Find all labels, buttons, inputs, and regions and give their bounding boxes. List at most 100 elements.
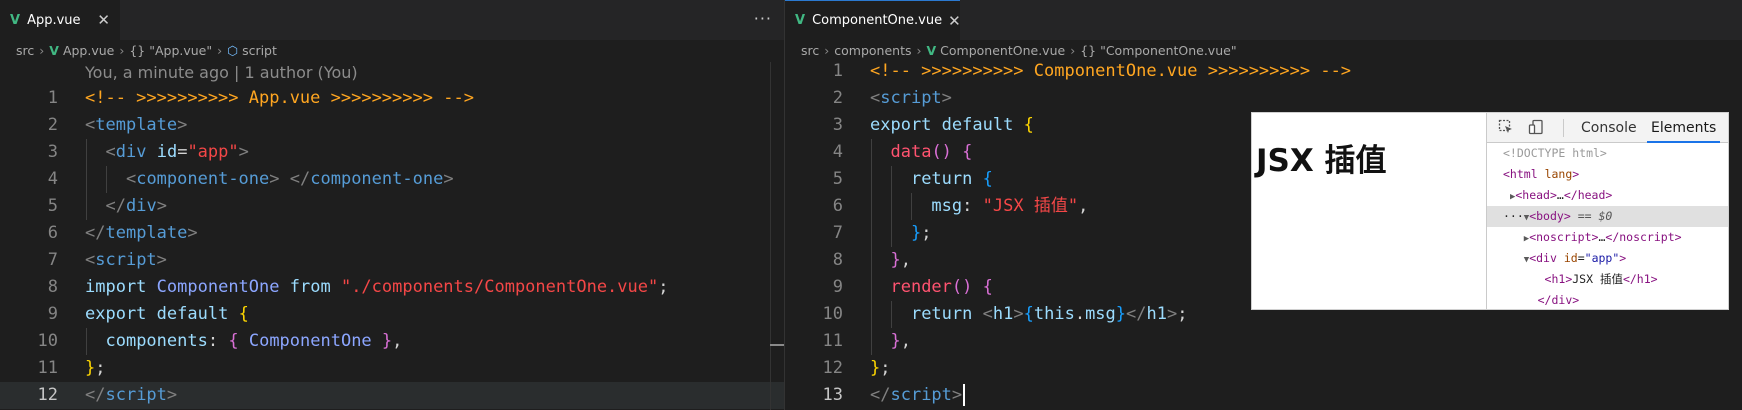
line-number: 3 (47, 142, 58, 162)
tab-elements[interactable]: Elements (1647, 113, 1721, 143)
line-number: 5 (47, 196, 58, 216)
browser-preview: JSX 插值 Console Elements <!DOCTYPE html> <… (1251, 112, 1729, 310)
close-icon[interactable]: ✕ (948, 12, 961, 30)
code-text: <!-- >>>>>>>>>> ComponentOne.vue >>>>>>>… (870, 61, 1352, 81)
line-number: 7 (47, 250, 58, 270)
code-text: return { (910, 169, 993, 189)
scroll-position-marker (770, 344, 784, 346)
tab-console[interactable]: Console (1581, 113, 1637, 143)
code-text: <div id="app"> (105, 142, 249, 162)
breadcrumb-item-file[interactable]: ComponentOne.vue (940, 43, 1065, 58)
code-line[interactable]: 3 <div id="app"> (0, 139, 784, 166)
breadcrumb-item-src[interactable]: src (801, 43, 819, 58)
line-number: 1 (47, 88, 58, 108)
code-line[interactable]: 12 </script> (0, 382, 784, 409)
code-text: </div> (105, 196, 167, 216)
code-text: return <h1>{this.msg}</h1>; (910, 304, 1188, 324)
line-number: 1 (832, 61, 843, 81)
code-line[interactable]: 9 export default { (0, 301, 784, 328)
code-line[interactable]: 5 </div> (0, 193, 784, 220)
rendered-heading: JSX 插值 (1256, 143, 1387, 179)
cube-icon: ⬡ (227, 43, 239, 58)
tab-label: ComponentOne.vue (812, 13, 943, 28)
rendered-page: JSX 插值 (1252, 113, 1486, 309)
breadcrumb-item-script[interactable]: script (242, 43, 277, 58)
code-editor[interactable]: 1 <!-- >>>>>>>>>> App.vue >>>>>>>>>> --> 2… (0, 85, 784, 409)
code-text: <script> (870, 88, 952, 108)
line-number: 4 (47, 169, 58, 189)
code-line[interactable]: 8 import ComponentOne from "./components/… (0, 274, 784, 301)
close-icon[interactable]: ✕ (97, 11, 110, 29)
code-line[interactable]: 12}; (785, 355, 1742, 382)
chevron-right-icon: › (916, 43, 922, 58)
toolbar-divider (1563, 119, 1564, 137)
breadcrumb-item-file[interactable]: App.vue (63, 43, 114, 58)
dom-node[interactable]: ▶<noscript>…</noscript> (1487, 227, 1728, 248)
code-text: </script> (870, 382, 966, 409)
line-number: 3 (832, 115, 843, 135)
code-text: import ComponentOne from "./components/C… (85, 277, 669, 297)
tab-app-vue[interactable]: V App.vue ✕ (0, 0, 120, 40)
code-text: }; (910, 223, 932, 243)
dom-node[interactable]: ▼<div id="app"> (1487, 248, 1728, 269)
code-line[interactable]: 2 <template> (0, 112, 784, 139)
tab-componentone-vue[interactable]: V ComponentOne.vue ✕ (785, 0, 961, 40)
breadcrumb-item-module[interactable]: {} "App.vue" (129, 43, 212, 58)
line-number: 2 (832, 88, 843, 108)
code-text: <component-one> </component-one> (125, 169, 454, 189)
code-line[interactable]: 2 <script> (785, 85, 1742, 112)
line-number: 8 (47, 277, 58, 297)
code-text: data() { (890, 142, 973, 162)
tab-bar: V App.vue ✕ ··· (0, 0, 784, 40)
dom-node[interactable]: <html lang> (1487, 164, 1728, 185)
code-line[interactable]: 7 <script> (0, 247, 784, 274)
vue-file-icon: V (49, 43, 59, 58)
dom-node[interactable]: ···▼<body> == $0 (1487, 206, 1728, 227)
code-line[interactable]: 11}; (0, 355, 784, 382)
code-text: <!-- >>>>>>>>>> App.vue >>>>>>>>>> --> (85, 88, 474, 108)
codelens-blame[interactable]: You, a minute ago | 1 author (You) (85, 62, 358, 84)
dom-node[interactable]: <!DOCTYPE html> (1487, 143, 1728, 164)
code-text: render() { (890, 277, 993, 297)
code-line[interactable]: 4 <component-one> </component-one> (0, 166, 784, 193)
breadcrumb-item-components[interactable]: components (834, 43, 911, 58)
code-line[interactable]: 10 components: { ComponentOne }, (0, 328, 784, 355)
code-line[interactable]: 13 </script> (785, 382, 1742, 409)
code-text: export default { (870, 115, 1034, 135)
chevron-right-icon: › (824, 43, 830, 58)
vertical-scrollbar[interactable] (770, 62, 784, 410)
devtools-panel: Console Elements <!DOCTYPE html> <html la… (1486, 113, 1728, 309)
more-actions-icon[interactable]: ··· (754, 9, 772, 28)
code-line[interactable]: 6 </template> (0, 220, 784, 247)
code-text: }; (870, 358, 891, 378)
device-toolbar-icon[interactable] (1527, 119, 1545, 137)
code-text: }, (890, 250, 911, 270)
line-number: 6 (47, 223, 58, 243)
code-line[interactable]: 1 <!-- >>>>>>>>>> ComponentOne.vue >>>>>>… (785, 58, 1742, 85)
line-number: 9 (832, 277, 843, 297)
line-number: 7 (832, 223, 843, 243)
code-text: export default { (85, 304, 249, 324)
line-number: 13 (822, 385, 843, 405)
vue-file-icon: V (926, 43, 937, 58)
code-text: <template> (85, 115, 188, 135)
editor-pane-app-vue: V App.vue ✕ ··· src › V App.vue › {} "App.vue… (0, 0, 784, 410)
dom-tree[interactable]: <!DOCTYPE html> <html lang> ▶<head>…</hea… (1487, 143, 1728, 309)
dom-node[interactable]: <h1>JSX 插值</h1> (1487, 269, 1728, 290)
code-text: <script> (85, 250, 167, 270)
code-line[interactable]: 1 <!-- >>>>>>>>>> App.vue >>>>>>>>>> --> (0, 85, 784, 112)
breadcrumb-item-src[interactable]: src (16, 43, 34, 58)
code-text: }; (85, 358, 106, 378)
vue-file-icon: V (10, 12, 21, 28)
dom-node[interactable]: ▶<head>…</head> (1487, 185, 1728, 206)
breadcrumb-item-module[interactable]: {} "ComponentOne.vue" (1080, 43, 1236, 58)
inspect-element-icon[interactable] (1497, 119, 1515, 137)
line-number: 5 (832, 169, 843, 189)
breadcrumb: src › V App.vue › {} "App.vue" › ⬡ script (16, 40, 277, 62)
line-number: 10 (822, 304, 843, 324)
code-text: components: { ComponentOne }, (105, 331, 403, 351)
dom-node[interactable]: </div> (1487, 290, 1728, 309)
text-cursor (963, 384, 966, 406)
line-number: 6 (832, 196, 843, 216)
code-line[interactable]: 11 }, (785, 328, 1742, 355)
